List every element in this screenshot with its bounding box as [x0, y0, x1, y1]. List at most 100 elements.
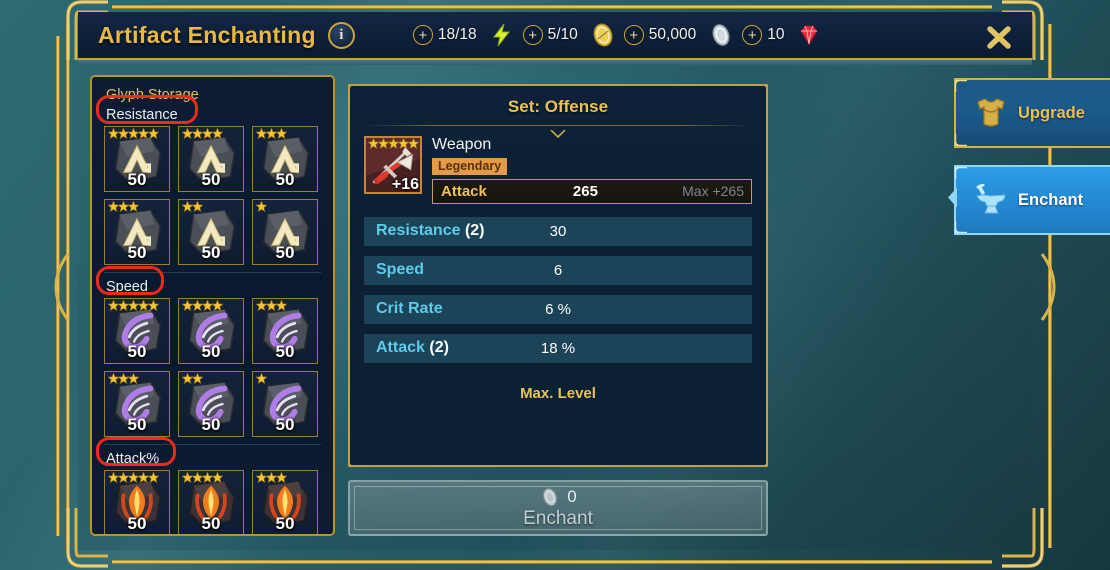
glyph-count: 50 — [127, 243, 147, 262]
currency-silver[interactable]: + 50,000 — [623, 23, 742, 47]
glyph-row: 50 50 50 — [102, 126, 323, 192]
star-icon — [128, 201, 139, 212]
substat-value: 30 — [549, 222, 567, 240]
item-name: Weapon — [432, 136, 492, 153]
set-title: Set: Offense — [507, 97, 609, 116]
star-icon — [192, 373, 203, 384]
glyph-category-label: Speed — [106, 279, 148, 295]
glyph-count: 50 — [127, 514, 147, 533]
enchant-cost-value: 0 — [567, 487, 577, 506]
glyph-tile[interactable]: 50 — [252, 199, 318, 265]
energy-value: 18/18 — [437, 26, 477, 43]
main-stat-bar: Attack 265 Max +265 — [432, 178, 752, 204]
arena-value: 5/10 — [547, 26, 578, 43]
silver-coin-icon — [539, 487, 561, 508]
frame-flourish-left — [54, 252, 72, 322]
glyph-tile[interactable]: 50 — [178, 199, 244, 265]
substat-row: Speed 6 — [364, 255, 752, 285]
star-icon — [148, 128, 159, 139]
glyph-tile[interactable]: 50 — [104, 199, 170, 265]
glyph-tile[interactable]: 50 — [252, 298, 318, 364]
glyph-count: 50 — [275, 342, 295, 361]
category-divider — [104, 272, 321, 273]
category-divider — [104, 444, 321, 445]
enchant-action-button[interactable]: 0 Enchant — [348, 480, 768, 536]
glyph-star-rating — [108, 128, 159, 139]
glyph-storage-list[interactable]: Glyph Storage Resistance 50 50 50 50 50 … — [92, 77, 333, 534]
add-gems-button[interactable]: + — [742, 25, 763, 45]
tab-enchant[interactable]: Enchant — [948, 165, 1110, 235]
glyph-star-rating — [108, 373, 139, 384]
glyph-star-rating — [182, 128, 223, 139]
glyph-tile[interactable]: 50 — [104, 298, 170, 364]
weapon-thumbnail[interactable]: +16 — [364, 136, 422, 194]
close-icon[interactable] — [984, 23, 1014, 51]
glyph-tile[interactable]: 50 — [252, 371, 318, 437]
add-energy-button[interactable]: + — [412, 25, 433, 45]
currency-arena[interactable]: + 5/10 — [522, 23, 624, 47]
glyph-category-resistance: Resistance 50 50 50 50 50 50 — [102, 105, 323, 265]
glyph-tile[interactable]: 50 — [252, 126, 318, 192]
star-icon — [256, 373, 267, 384]
red-gem-icon — [796, 23, 822, 47]
substat-row: Resistance (2) 30 — [364, 216, 752, 246]
star-icon — [276, 472, 287, 483]
star-icon — [256, 201, 267, 212]
glyph-count: 50 — [275, 514, 295, 533]
glyph-category-speed: Speed 50 50 50 50 50 50 — [102, 277, 323, 437]
star-icon — [148, 472, 159, 483]
enchant-button-label: Enchant — [523, 507, 593, 529]
glyph-star-rating — [256, 472, 287, 483]
currency-bar: + 18/18 + 5/10 + 50,000 + 10 — [412, 23, 831, 47]
plus-glyph: + — [418, 26, 428, 44]
glyph-count: 50 — [201, 170, 221, 189]
artifact-enchanting-window: Artifact Enchanting i + 18/18 + 5/10 + 5… — [78, 12, 1110, 552]
currency-gems[interactable]: + 10 — [742, 23, 830, 47]
glyph-star-rating — [182, 300, 223, 311]
substat-value: 18 % — [540, 339, 576, 357]
currency-energy[interactable]: + 18/18 — [412, 23, 523, 47]
panel-notch-tr — [754, 84, 768, 98]
gems-value: 10 — [767, 26, 785, 43]
star-icon — [212, 300, 223, 311]
glyph-star-rating — [108, 472, 159, 483]
glyph-star-rating — [256, 373, 267, 384]
substat-list: Resistance (2) 30 Speed 6 Crit Rate 6 % … — [350, 204, 766, 363]
main-stat-max: Max +265 — [682, 183, 744, 200]
enhance-level-badge: +16 — [391, 176, 419, 193]
glyph-count: 50 — [127, 415, 147, 434]
glyph-storage-title: Glyph Storage — [106, 87, 199, 103]
glyph-tile[interactable]: 50 — [178, 371, 244, 437]
tab-upgrade-label: Upgrade — [1018, 103, 1085, 122]
glyph-star-rating — [256, 128, 287, 139]
glyph-tile[interactable]: 50 — [104, 470, 170, 534]
add-arena-button[interactable]: + — [522, 25, 543, 45]
glyph-count: 50 — [201, 243, 221, 262]
star-icon — [128, 373, 139, 384]
glyph-count: 50 — [201, 415, 221, 434]
glyph-tile[interactable]: 50 — [104, 126, 170, 192]
glyph-tile[interactable]: 50 — [252, 470, 318, 534]
glyph-tile[interactable]: 50 — [178, 470, 244, 534]
glyph-tile[interactable]: 50 — [104, 371, 170, 437]
glyph-tile[interactable]: 50 — [178, 126, 244, 192]
artifact-detail-panel: Set: Offense +16 Weapon Legendary Attack… — [348, 84, 768, 467]
glyph-row: 50 50 50 — [102, 298, 323, 364]
tab-upgrade[interactable]: Upgrade — [953, 78, 1110, 148]
glyph-star-rating — [182, 472, 223, 483]
star-icon — [148, 300, 159, 311]
info-icon[interactable]: i — [327, 21, 355, 49]
glyph-star-rating — [256, 201, 267, 212]
glyph-star-rating — [256, 300, 287, 311]
glyph-tile[interactable]: 50 — [178, 298, 244, 364]
add-silver-button[interactable]: + — [623, 25, 644, 45]
game-screen: Artifact Enchanting i + 18/18 + 5/10 + 5… — [0, 0, 1110, 570]
tab-corner-bl — [953, 134, 967, 148]
glyph-count: 50 — [127, 342, 147, 361]
glyph-storage-panel: Glyph Storage Resistance 50 50 50 50 50 … — [90, 75, 335, 536]
anvil-icon — [974, 184, 1008, 216]
glyph-count: 50 — [275, 170, 295, 189]
glyph-row: 50 50 50 — [102, 470, 323, 534]
star-icon — [276, 128, 287, 139]
tab-corner-bl — [953, 221, 967, 235]
